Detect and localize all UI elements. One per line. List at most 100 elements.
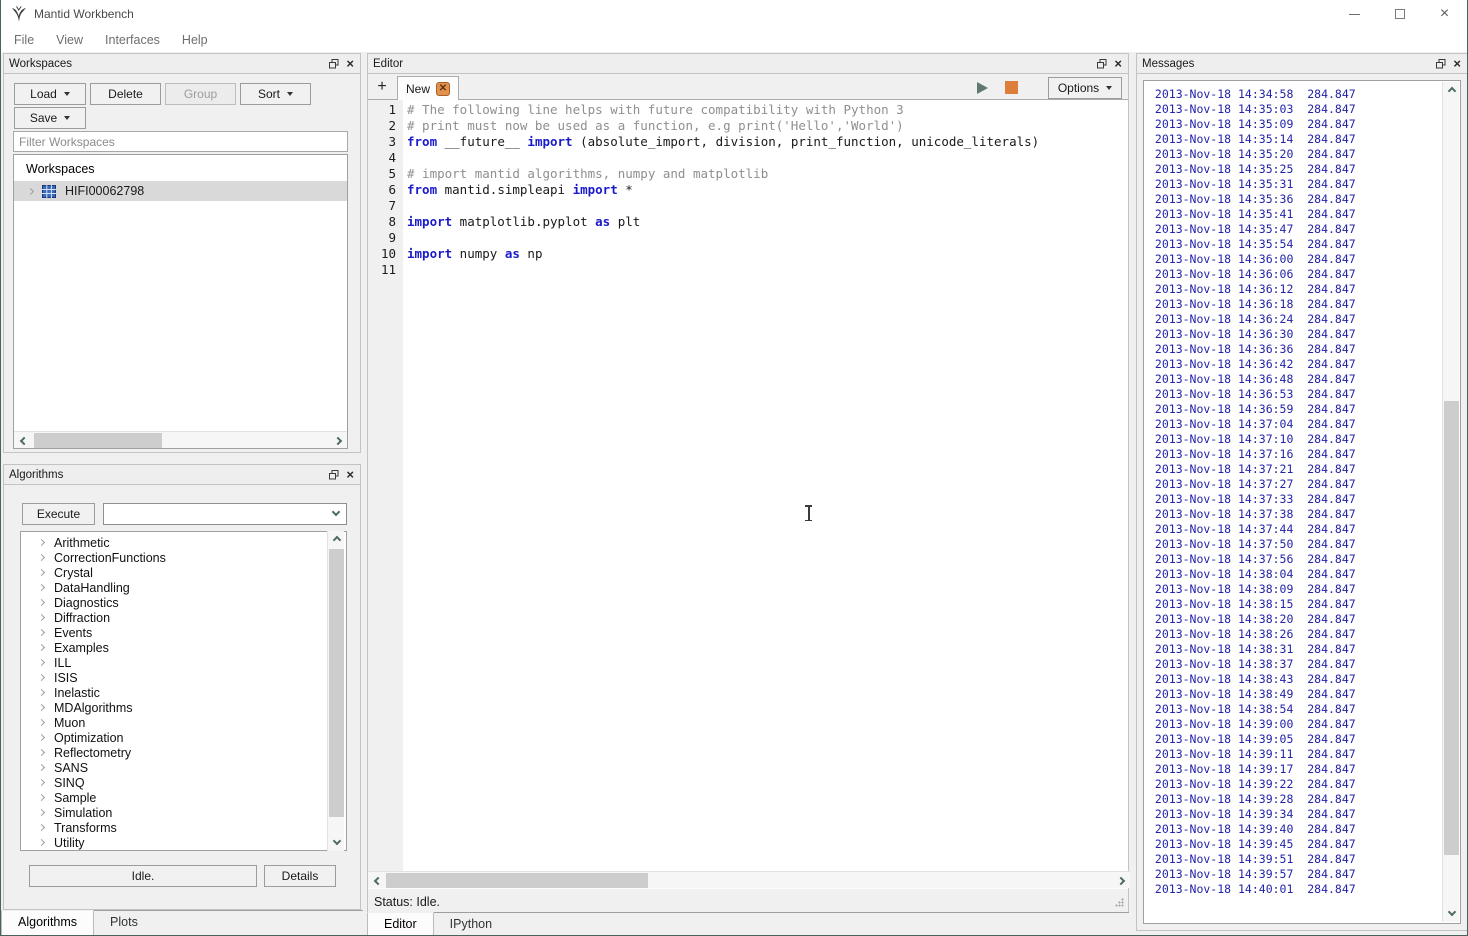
menu-file[interactable]: File xyxy=(3,33,45,47)
editor-panel-titlebar[interactable]: Editor × xyxy=(368,54,1128,74)
editor-hscrollbar[interactable] xyxy=(368,871,1130,888)
expand-chevron-icon[interactable] xyxy=(38,704,45,711)
scrollbar-thumb[interactable] xyxy=(386,873,648,888)
float-panel-icon[interactable] xyxy=(1097,59,1107,69)
algorithm-category-row[interactable]: Diffraction xyxy=(21,610,346,625)
expand-chevron-icon[interactable] xyxy=(38,734,45,741)
expand-chevron-icon[interactable] xyxy=(38,749,45,756)
scroll-right-icon[interactable] xyxy=(1113,872,1130,889)
scroll-up-icon[interactable] xyxy=(1443,82,1460,99)
algorithm-category-row[interactable]: DataHandling xyxy=(21,580,346,595)
code-line[interactable]: 11 xyxy=(368,262,1128,278)
options-button[interactable]: Options xyxy=(1048,77,1122,99)
expand-chevron-icon[interactable] xyxy=(38,584,45,591)
filter-workspaces-input[interactable] xyxy=(13,131,348,152)
scroll-right-icon[interactable] xyxy=(330,432,347,449)
size-grip-icon[interactable] xyxy=(1115,898,1124,907)
code-line[interactable]: 6from mantid.simpleapi import * xyxy=(368,182,1128,198)
tab-plots[interactable]: Plots xyxy=(94,911,154,936)
new-tab-button[interactable]: + xyxy=(371,76,393,98)
messages-vscrollbar[interactable] xyxy=(1442,82,1459,922)
expand-chevron-icon[interactable] xyxy=(38,569,45,576)
expand-chevron-icon[interactable] xyxy=(38,599,45,606)
save-button[interactable]: Save xyxy=(14,107,86,129)
algorithm-category-row[interactable]: Events xyxy=(21,625,346,640)
scroll-left-icon[interactable] xyxy=(14,432,31,449)
execute-button[interactable]: Execute xyxy=(22,503,95,525)
code-line[interactable]: 1# The following line helps with future … xyxy=(368,102,1128,118)
float-panel-icon[interactable] xyxy=(1436,59,1446,69)
expand-chevron-icon[interactable] xyxy=(38,719,45,726)
load-button[interactable]: Load xyxy=(14,83,86,105)
scrollbar-thumb[interactable] xyxy=(1444,401,1459,855)
algorithm-category-row[interactable]: Examples xyxy=(21,640,346,655)
algorithms-panel-titlebar[interactable]: Algorithms × xyxy=(4,465,360,485)
abort-script-button[interactable] xyxy=(998,77,1024,98)
expand-chevron-icon[interactable] xyxy=(38,614,45,621)
algorithm-category-row[interactable]: Sample xyxy=(21,790,346,805)
expand-chevron-icon[interactable] xyxy=(38,644,45,651)
maximize-button[interactable] xyxy=(1377,0,1422,28)
expand-chevron-icon[interactable] xyxy=(38,794,45,801)
algorithm-category-row[interactable]: CorrectionFunctions xyxy=(21,550,346,565)
expand-chevron-icon[interactable] xyxy=(38,809,45,816)
code-line[interactable]: 9 xyxy=(368,230,1128,246)
float-panel-icon[interactable] xyxy=(329,59,339,69)
close-panel-icon[interactable]: × xyxy=(346,470,354,480)
scrollbar-thumb[interactable] xyxy=(329,549,344,817)
algorithm-progress-button[interactable]: Idle. xyxy=(29,865,257,887)
tab-algorithms[interactable]: Algorithms xyxy=(1,910,94,936)
algorithm-category-row[interactable]: Reflectometry xyxy=(21,745,346,760)
algorithm-category-row[interactable]: Diagnostics xyxy=(21,595,346,610)
run-script-button[interactable] xyxy=(969,77,995,98)
algorithm-category-row[interactable]: ILL xyxy=(21,655,346,670)
messages-panel-titlebar[interactable]: Messages × xyxy=(1137,54,1467,74)
algorithm-category-row[interactable]: Optimization xyxy=(21,730,346,745)
tab-editor[interactable]: Editor xyxy=(367,912,434,936)
workspaces-panel-titlebar[interactable]: Workspaces × xyxy=(4,54,360,74)
group-button[interactable]: Group xyxy=(165,83,236,105)
code-line[interactable]: 5# import mantid algorithms, numpy and m… xyxy=(368,166,1128,182)
expand-chevron-icon[interactable] xyxy=(27,187,34,194)
float-panel-icon[interactable] xyxy=(329,470,339,480)
details-button[interactable]: Details xyxy=(264,865,336,887)
expand-chevron-icon[interactable] xyxy=(38,539,45,546)
algorithm-category-row[interactable]: Utility xyxy=(21,835,346,850)
code-line[interactable]: 4 xyxy=(368,150,1128,166)
algorithm-category-row[interactable]: Crystal xyxy=(21,565,346,580)
code-line[interactable]: 10import numpy as np xyxy=(368,246,1128,262)
expand-chevron-icon[interactable] xyxy=(38,674,45,681)
algorithms-vscrollbar[interactable] xyxy=(327,531,344,851)
code-editor[interactable]: 1# The following line helps with future … xyxy=(368,100,1128,871)
expand-chevron-icon[interactable] xyxy=(38,779,45,786)
menu-interfaces[interactable]: Interfaces xyxy=(94,33,171,47)
scroll-down-icon[interactable] xyxy=(1443,905,1460,922)
close-button[interactable]: × xyxy=(1422,0,1467,28)
script-tab-new[interactable]: New ✕ xyxy=(397,76,459,101)
expand-chevron-icon[interactable] xyxy=(38,554,45,561)
code-line[interactable]: 3from __future__ import (absolute_import… xyxy=(368,134,1128,150)
algorithm-category-row[interactable]: ISIS xyxy=(21,670,346,685)
expand-chevron-icon[interactable] xyxy=(38,824,45,831)
scrollbar-thumb[interactable] xyxy=(34,433,162,448)
expand-chevron-icon[interactable] xyxy=(38,689,45,696)
code-line[interactable]: 7 xyxy=(368,198,1128,214)
code-line[interactable]: 2# print must now be used as a function,… xyxy=(368,118,1128,134)
algorithm-category-row[interactable]: Muon xyxy=(21,715,346,730)
close-panel-icon[interactable]: × xyxy=(1453,59,1461,69)
algorithm-category-row[interactable]: Transforms xyxy=(21,820,346,835)
minimize-button[interactable] xyxy=(1332,0,1377,28)
expand-chevron-icon[interactable] xyxy=(38,764,45,771)
algorithm-category-row[interactable]: Inelastic xyxy=(21,685,346,700)
algorithm-search-combobox[interactable] xyxy=(103,503,347,525)
code-line[interactable]: 8import matplotlib.pyplot as plt xyxy=(368,214,1128,230)
scroll-down-icon[interactable] xyxy=(328,834,345,851)
menu-help[interactable]: Help xyxy=(171,33,219,47)
algorithm-category-row[interactable]: MDAlgorithms xyxy=(21,700,346,715)
scroll-up-icon[interactable] xyxy=(328,531,345,548)
scroll-left-icon[interactable] xyxy=(368,872,385,889)
close-panel-icon[interactable]: × xyxy=(1114,59,1122,69)
tab-ipython[interactable]: IPython xyxy=(434,913,508,936)
sort-button[interactable]: Sort xyxy=(240,83,311,105)
algorithm-category-row[interactable]: Simulation xyxy=(21,805,346,820)
